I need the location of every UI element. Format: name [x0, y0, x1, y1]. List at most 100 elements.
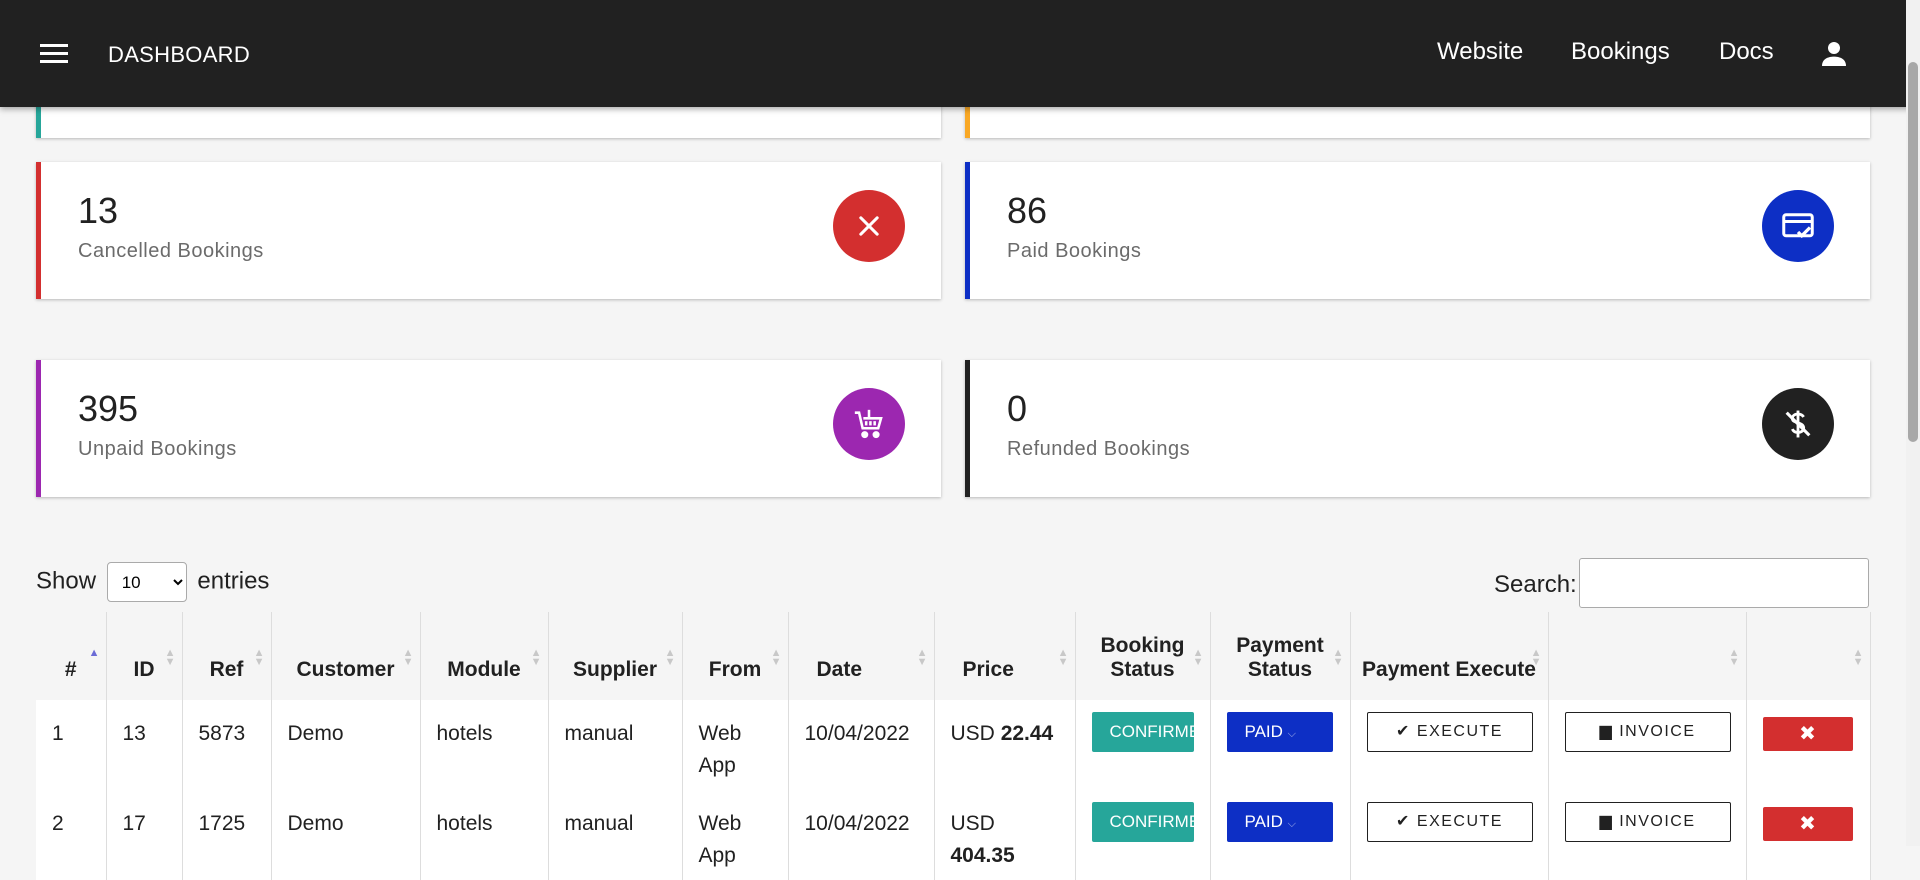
- execute-label: EXECUTE: [1416, 723, 1503, 740]
- execute-button[interactable]: ✔ EXECUTE: [1366, 802, 1533, 842]
- scrollbar-thumb[interactable]: [1908, 62, 1918, 442]
- cell-delete: ✖: [1746, 790, 1871, 880]
- price-amount: 22.44: [1000, 722, 1054, 745]
- payment-status-select[interactable]: PAID ⌵: [1226, 802, 1333, 842]
- header-label: Customer: [296, 658, 395, 681]
- cell-payment-status: PAID ⌵: [1210, 700, 1351, 790]
- col-header-number[interactable]: # ▲: [36, 612, 107, 700]
- table-row: 1 13 5873 Demo hotels manual Web App 10/…: [36, 700, 1871, 790]
- stat-card-paid: 86 Paid Bookings: [965, 162, 1870, 299]
- col-header-payment-status[interactable]: Payment Status ▲ ▼: [1210, 612, 1351, 700]
- search-input[interactable]: [1579, 558, 1869, 608]
- sort-icon: ▲ ▼: [916, 647, 928, 668]
- sort-icon: ▲ ▼: [402, 647, 414, 668]
- cell-date: 10/04/2022: [788, 700, 935, 790]
- price-currency: USD: [950, 812, 995, 835]
- sort-icon: ▲ ▼: [1332, 647, 1344, 668]
- sort-icon: ▲ ▼: [770, 647, 782, 668]
- cell-invoice: ▆ INVOICE: [1548, 700, 1747, 790]
- document-icon: ▆: [1599, 813, 1614, 830]
- stat-card-cancelled: 13 Cancelled Bookings: [36, 162, 941, 299]
- sort-icon: ▲ ▼: [253, 647, 265, 668]
- entries-label: entries: [197, 567, 270, 595]
- delete-button[interactable]: ✖: [1762, 717, 1853, 751]
- header-label: ID: [133, 658, 155, 681]
- stat-value: 86: [1007, 190, 1048, 231]
- stat-label: Cancelled Bookings: [78, 240, 264, 262]
- entries-select[interactable]: 10: [106, 562, 187, 602]
- execute-button[interactable]: ✔ EXECUTE: [1366, 712, 1533, 752]
- sort-icon: ▲ ▼: [1852, 647, 1864, 668]
- menu-icon[interactable]: [40, 44, 68, 64]
- price-currency: USD: [950, 722, 995, 745]
- cell-module: hotels: [420, 790, 549, 880]
- header-label: Payment Status: [1236, 634, 1324, 681]
- app-title: DASHBOARD: [108, 42, 251, 67]
- cell-from: Web App: [682, 700, 789, 790]
- booking-status-select[interactable]: CONFIRMED: [1091, 712, 1194, 752]
- cell-customer: Demo: [271, 700, 421, 790]
- invoice-button[interactable]: ▆ INVOICE: [1564, 712, 1731, 752]
- bookings-table: # ▲ ID ▲ ▼ Ref ▲ ▼ Customer ▲ ▼ Module ▲ ▼ Suppli…: [36, 612, 1871, 880]
- document-icon: ▆: [1599, 723, 1614, 740]
- cell-id: 13: [106, 700, 183, 790]
- header-label: Booking Status: [1100, 634, 1185, 681]
- cell-number: 1: [36, 700, 107, 790]
- stat-card-refunded: 0 Refunded Bookings: [965, 360, 1870, 497]
- col-header-from[interactable]: From ▲ ▼: [682, 612, 789, 700]
- sort-icon: ▲ ▼: [1057, 647, 1069, 668]
- cell-supplier: manual: [548, 790, 683, 880]
- col-header-date[interactable]: Date ▲ ▼: [788, 612, 935, 700]
- nav-docs-link[interactable]: Docs: [1719, 38, 1774, 66]
- check-icon: ✔: [1396, 723, 1411, 740]
- sort-icon: ▲ ▼: [1728, 647, 1740, 668]
- nav-bookings-link[interactable]: Bookings: [1571, 38, 1670, 66]
- col-header-invoice[interactable]: ▲ ▼: [1548, 612, 1747, 700]
- stat-value: 13: [78, 190, 119, 231]
- delete-button[interactable]: ✖: [1762, 807, 1853, 841]
- stat-value: 0: [1007, 388, 1028, 429]
- money-off-icon: [1762, 388, 1834, 460]
- cell-module: hotels: [420, 700, 549, 790]
- cell-delete: ✖: [1746, 700, 1871, 790]
- cell-booking-status: CONFIRMED: [1075, 700, 1211, 790]
- payment-status-select[interactable]: PAID ⌵: [1226, 712, 1333, 752]
- cell-payment-status: PAID ⌵: [1210, 790, 1351, 880]
- col-header-customer[interactable]: Customer ▲ ▼: [271, 612, 421, 700]
- col-header-id[interactable]: ID ▲ ▼: [106, 612, 183, 700]
- show-label: Show: [36, 567, 97, 595]
- col-header-booking-status[interactable]: Booking Status ▲ ▼: [1075, 612, 1211, 700]
- account-icon[interactable]: [1818, 38, 1850, 70]
- header-label: Date: [816, 658, 863, 681]
- col-header-ref[interactable]: Ref ▲ ▼: [182, 612, 272, 700]
- stat-label: Paid Bookings: [1007, 240, 1142, 262]
- col-header-delete[interactable]: ▲ ▼: [1746, 612, 1871, 700]
- stat-label: Unpaid Bookings: [78, 438, 237, 460]
- cell-number: 2: [36, 790, 107, 880]
- col-header-module[interactable]: Module ▲ ▼: [420, 612, 549, 700]
- sort-asc-icon: ▲: [88, 647, 100, 659]
- col-header-supplier[interactable]: Supplier ▲ ▼: [548, 612, 683, 700]
- header-label: Supplier: [572, 658, 657, 681]
- header-label: #: [64, 658, 77, 681]
- col-header-payment-execute[interactable]: Payment Execute ▲ ▼: [1350, 612, 1549, 700]
- cell-invoice: ▆ INVOICE: [1548, 790, 1747, 880]
- sort-icon: ▲ ▼: [530, 647, 542, 668]
- price-amount: 404.35: [950, 844, 1015, 867]
- close-icon: [833, 190, 905, 262]
- table-row: 2 17 1725 Demo hotels manual Web App 10/…: [36, 790, 1871, 880]
- paid-card-icon: [1762, 190, 1834, 262]
- execute-label: EXECUTE: [1416, 813, 1503, 830]
- cell-price: USD 404.35: [934, 790, 1076, 880]
- cart-icon: [833, 388, 905, 460]
- booking-status-select[interactable]: CONFIRMED: [1091, 802, 1194, 842]
- table-header-row: # ▲ ID ▲ ▼ Ref ▲ ▼ Customer ▲ ▼ Module ▲ ▼ Suppli…: [36, 612, 1871, 700]
- sort-icon: ▲ ▼: [1530, 647, 1542, 668]
- header-label: Ref: [209, 658, 244, 681]
- nav-website-link[interactable]: Website: [1437, 38, 1523, 66]
- col-header-price[interactable]: Price ▲ ▼: [934, 612, 1076, 700]
- invoice-button[interactable]: ▆ INVOICE: [1564, 802, 1731, 842]
- sort-icon: ▲ ▼: [1192, 647, 1204, 668]
- cell-price: USD 22.44: [934, 700, 1076, 790]
- cell-from: Web App: [682, 790, 789, 880]
